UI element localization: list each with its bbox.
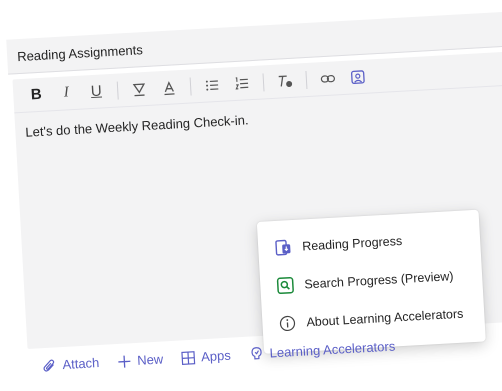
- learning-accelerators-menu: Reading Progress Search Progress (Previe…: [256, 209, 486, 354]
- new-button[interactable]: New: [117, 351, 164, 369]
- underline-button[interactable]: U: [83, 78, 110, 105]
- attach-label: Attach: [62, 355, 100, 373]
- toolbar-divider: [305, 70, 308, 89]
- link-icon[interactable]: [314, 65, 341, 92]
- info-icon: [278, 314, 297, 333]
- font-color-icon[interactable]: [155, 73, 182, 100]
- clear-formatting-icon[interactable]: [271, 67, 298, 94]
- toolbar-divider: [116, 81, 119, 100]
- search-progress-icon: [276, 276, 295, 295]
- menu-item-label: Reading Progress: [301, 233, 403, 254]
- tilted-canvas: Reading Assignments B I U Let's do the W…: [0, 0, 502, 390]
- apps-grid-icon: [181, 350, 196, 365]
- apps-label: Apps: [200, 347, 232, 365]
- subject-text: Reading Assignments: [16, 42, 144, 65]
- highlight-icon[interactable]: [125, 75, 152, 102]
- reading-progress-icon: [274, 238, 293, 257]
- toolbar-divider: [189, 76, 192, 96]
- new-label: New: [136, 351, 164, 368]
- message-body: Let's do the Weekly Reading Check-in.: [25, 112, 249, 140]
- paperclip-icon: [42, 358, 57, 373]
- italic-button[interactable]: I: [53, 79, 80, 106]
- apps-button[interactable]: Apps: [181, 348, 231, 366]
- bold-button[interactable]: B: [23, 81, 50, 108]
- compose-area: Reading Assignments B I U Let's do the W…: [0, 0, 502, 391]
- learning-accelerators-icon: [248, 346, 264, 362]
- bullet-list-icon[interactable]: [198, 71, 225, 98]
- menu-item-label: About Learning Accelerators: [306, 306, 464, 330]
- attach-button[interactable]: Attach: [42, 355, 100, 373]
- message-editor[interactable]: B I U Let's do the Weekly Reading Check-…: [12, 50, 502, 354]
- menu-item-label: Search Progress (Preview): [303, 269, 454, 292]
- plus-icon: [117, 354, 132, 369]
- toolbar-divider: [262, 72, 265, 91]
- image-icon[interactable]: [344, 63, 371, 90]
- numbered-list-icon[interactable]: [228, 69, 255, 96]
